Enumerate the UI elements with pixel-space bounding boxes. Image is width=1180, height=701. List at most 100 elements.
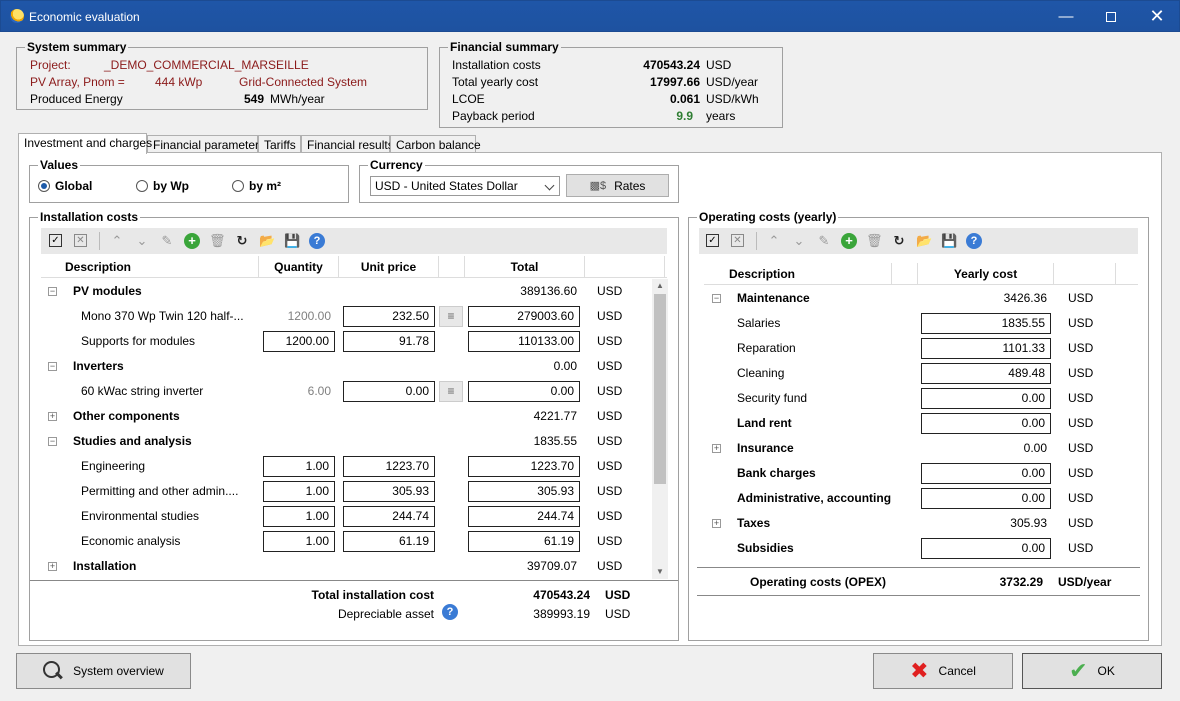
tab-financial-parameters[interactable]: Financial parameters [147,135,265,153]
yearly-cost-input[interactable]: 0.00 [921,388,1051,409]
scrollbar-thumb[interactable] [654,294,666,484]
quantity-input[interactable]: 1.00 [263,456,335,477]
radio-by-m2[interactable]: by m² [232,179,281,193]
yearly-cost-input[interactable]: 0.00 [921,488,1051,509]
edit-icon[interactable]: ✎ [816,233,832,249]
unit-price-input[interactable]: 305.93 [343,481,435,502]
total-input[interactable]: 305.93 [468,481,580,502]
total-input[interactable]: 1223.70 [468,456,580,477]
database-icon[interactable]: ≡ [439,381,463,402]
collapse-icon[interactable]: − [48,362,57,371]
unit-price-input[interactable]: 244.74 [343,506,435,527]
yearly-cost-unit: USD/year [706,75,759,89]
quantity-input[interactable]: 1200.00 [263,331,335,352]
minimize-button[interactable]: — [1043,1,1089,32]
close-button[interactable]: ✕ [1134,1,1180,32]
yearly-cost-input[interactable]: 1101.33 [921,338,1051,359]
unit-price-input[interactable]: 232.50 [343,306,435,327]
yearly-cost-input[interactable]: 0.00 [921,413,1051,434]
expand-icon[interactable]: + [712,519,721,528]
cancel-button[interactable]: ✖ Cancel [873,653,1013,689]
tab-financial-results[interactable]: Financial results [301,135,394,153]
move-up-icon[interactable]: ⌃ [109,233,125,249]
currency-select[interactable]: USD - United States Dollar [370,176,560,196]
toolbar-separator [756,232,757,250]
divider [697,567,1140,568]
rates-button[interactable]: ▩$ Rates [566,174,669,197]
yearly-cost-input[interactable]: 1835.55 [921,313,1051,334]
scroll-down-icon[interactable]: ▼ [652,565,668,579]
check-all-icon[interactable]: ✓ [49,234,62,247]
item-description: Reparation [737,341,796,355]
total-input[interactable]: 61.19 [468,531,580,552]
row-label: Land rent [737,416,792,430]
yearly-cost-input[interactable]: 0.00 [921,538,1051,559]
radio-global[interactable]: Global [38,179,92,193]
move-up-icon[interactable]: ⌃ [766,233,782,249]
unit-price-input[interactable]: 1223.70 [343,456,435,477]
maximize-button[interactable] [1088,1,1134,32]
check-all-icon[interactable]: ✓ [706,234,719,247]
table-row: Salaries 1835.55 USD [704,311,1138,336]
save-icon[interactable]: 💾 [941,233,957,249]
refresh-icon[interactable]: ↻ [891,233,907,249]
uncheck-all-icon[interactable]: ✕ [731,234,744,247]
total-input[interactable]: 279003.60 [468,306,580,327]
delete-icon[interactable]: 🗑 [209,233,226,249]
move-down-icon[interactable]: ⌄ [134,233,150,249]
collapse-icon[interactable]: − [712,294,721,303]
system-overview-button[interactable]: System overview [16,653,191,689]
add-icon[interactable]: + [184,233,200,249]
tab-investment-and-charges[interactable]: Investment and charges [18,133,152,154]
expand-icon[interactable]: + [48,562,57,571]
produced-energy-value: 549 [243,92,264,106]
unit-price-input[interactable]: 61.19 [343,531,435,552]
delete-icon[interactable]: 🗑 [866,233,883,249]
edit-icon[interactable]: ✎ [159,233,175,249]
header-quantity: Quantity [259,256,339,278]
yearly-cost-input[interactable]: 0.00 [921,463,1051,484]
quantity-input[interactable]: 1.00 [263,481,335,502]
payback-unit: years [706,109,736,123]
item-description: Environmental studies [81,509,200,523]
scroll-up-icon[interactable]: ▲ [652,279,668,293]
total-input[interactable]: 110133.00 [468,331,580,352]
lcoe-value: 0.061 [669,92,700,106]
currency-unit: USD [597,384,623,398]
yearly-cost-input[interactable]: 489.48 [921,363,1051,384]
refresh-icon[interactable]: ↻ [234,233,250,249]
help-icon[interactable]: ? [309,233,325,249]
unit-price-input[interactable]: 91.78 [343,331,435,352]
tab-tariffs[interactable]: Tariffs [258,135,301,153]
installation-rows: − PV modules 389136.60 USD Mono 370 Wp Twin … [41,279,651,579]
currency-unit: USD [597,484,623,498]
tab-carbon-balance[interactable]: Carbon balance [390,135,481,153]
radio-dot-selected [38,180,50,192]
total-input[interactable]: 244.74 [468,506,580,527]
quantity-input[interactable]: 1.00 [263,531,335,552]
add-icon[interactable]: + [841,233,857,249]
total-input[interactable]: 0.00 [468,381,580,402]
ok-button-label: OK [1097,664,1115,678]
currency-unit: USD [1068,441,1094,455]
database-icon[interactable]: ≡ [439,306,463,327]
open-folder-icon[interactable]: 📂 [259,233,275,249]
radio-by-m2-label: by m² [249,179,282,193]
row-label: Administrative, accounting [737,491,892,505]
expand-icon[interactable]: + [48,412,57,421]
expand-icon[interactable]: + [712,444,721,453]
radio-by-wp[interactable]: by Wp [136,179,189,193]
open-folder-icon[interactable]: 📂 [916,233,932,249]
installation-scrollbar[interactable]: ▲ ▼ [652,279,668,579]
save-icon[interactable]: 💾 [284,233,300,249]
unit-price-input[interactable]: 0.00 [343,381,435,402]
help-icon[interactable]: ? [966,233,982,249]
move-down-icon[interactable]: ⌄ [791,233,807,249]
item-description: Cleaning [737,366,785,380]
collapse-icon[interactable]: − [48,287,57,296]
yearly-cost-value: 3426.36 [1003,291,1047,305]
quantity-input[interactable]: 1.00 [263,506,335,527]
collapse-icon[interactable]: − [48,437,57,446]
uncheck-all-icon[interactable]: ✕ [74,234,87,247]
ok-button[interactable]: ✔ OK [1022,653,1162,689]
